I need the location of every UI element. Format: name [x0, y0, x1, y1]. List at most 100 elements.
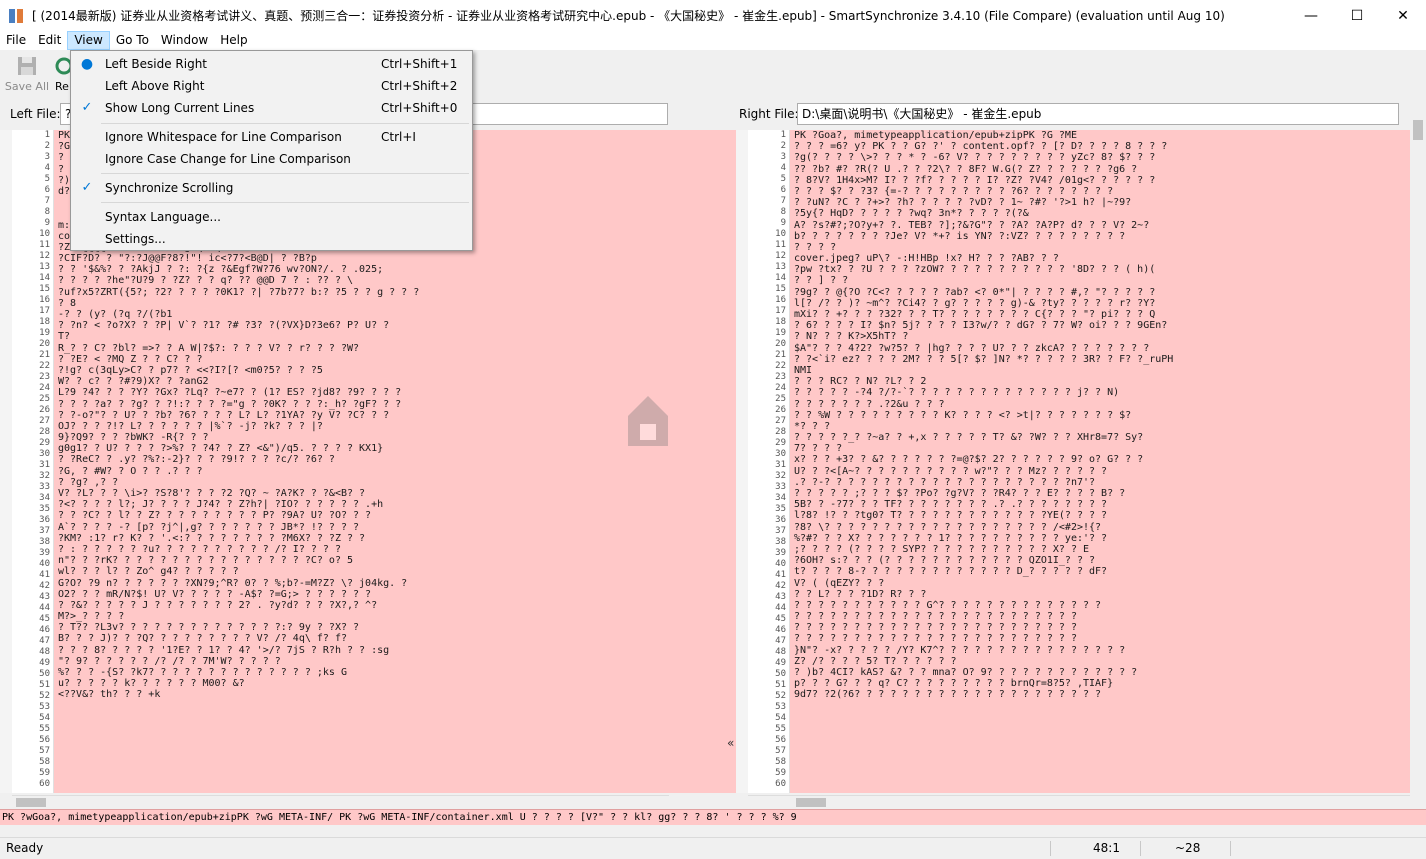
code-line[interactable]: ? T?? ?L3v? ? ? ? ? ? ? ? ? ? ? ? ? ?:? …	[54, 622, 669, 633]
right-pane[interactable]: 1 2 3 4 5 6 7 8 9 10 11 12 13 14 15 16 17 18 19 20 21 22 23 24 2…	[736, 130, 1410, 793]
code-line[interactable]: R_? ? C? ?bl? =>? ? A W|?$?: ? ? ? V? ? …	[54, 343, 669, 354]
code-line[interactable]: ? ?ReC? ? .y? ?%?:-2}? ? ? ?9!? ? ? ?c/?…	[54, 454, 669, 465]
code-line[interactable]: NMI	[790, 365, 1410, 376]
code-line[interactable]: ? ? ? ? ? -?4 ?/?-`? ? ? ? ? ? ? ? ? ? ?…	[790, 387, 1410, 398]
copy-left-icon[interactable]: «	[727, 736, 734, 750]
save-all-button[interactable]: Save All	[4, 52, 50, 96]
menu-item-synchronize-scrolling[interactable]: ✓ Synchronize Scrolling	[71, 177, 472, 199]
code-line[interactable]: ? ? ? ?a? ? ?g? ? ?!:? ? ? ?="g ? ?0K? ?…	[54, 399, 669, 410]
code-line[interactable]: 7? ? ? ?	[790, 443, 1410, 454]
code-line[interactable]: W? ? c? ? ?#?9)X? ? ?anG2	[54, 376, 669, 387]
code-line[interactable]: ? ? '$&%? ? ?AkjJ ? ?: ?{z ?&Egf?W?76 wv…	[54, 264, 669, 275]
code-line[interactable]: ? ? ? ? ? ? ? ? ? ? ? ? ? ? ? ? ? ? ? ? …	[790, 622, 1410, 633]
vertical-scroll-thumb[interactable]	[1413, 120, 1423, 140]
code-line[interactable]: ?6OH? s:? ? ? (? ? ? ? ? ? ? ? ? ? ? ? Q…	[790, 555, 1410, 566]
code-line[interactable]: ? ?&? ? ? ? ? J ? ? ? ? ? ? ? 2? . ?y?d?…	[54, 600, 669, 611]
code-line[interactable]: L?9 ?4? ? ? ?Y? ?Gx? ?Lq? ?~e7? ? (1? ES…	[54, 387, 669, 398]
code-line[interactable]: <??V&? th? ? ? +k	[54, 689, 669, 700]
code-line[interactable]: x? ? ? +3? ? &? ? ? ? ? ? ?=@?$? 2? ? ? …	[790, 454, 1410, 465]
right-file-input[interactable]: D:\桌面\说明书\《大国秘史》 - 崔金生.epub	[797, 103, 1399, 125]
code-line[interactable]: ? ? ? 8? ? ? ? ? '1?E? ? 1? ? 4? '>/? 7j…	[54, 645, 669, 656]
code-line[interactable]: ? ? ? ? ? ? ? ? ? ? ? G^? ? ? ? ? ? ? ? …	[790, 600, 1410, 611]
code-line[interactable]: ?KM? :1? r? K? ? '.<:? ? ? ? ? ? ? ? ?M6…	[54, 533, 669, 544]
code-line[interactable]: ? ?g? ,? ?	[54, 477, 669, 488]
code-line[interactable]: ? ? ? ?	[790, 242, 1410, 253]
code-line[interactable]: ;? ? ? ? (? ? ? ? SYP? ? ? ? ? ? ? ? ? ?…	[790, 544, 1410, 555]
code-line[interactable]: t? ? ? ? 8-? ? ? ? ? ? ? ? ? ? ? ? ? D_?…	[790, 566, 1410, 577]
right-content[interactable]: PK ?Goa?, mimetypeapplication/epub+zipPK…	[790, 130, 1410, 793]
code-line[interactable]: T?	[54, 331, 669, 342]
code-line[interactable]: ? )b? 4CI? kAS? &? ? ? mna? O? 9? ? ? ? …	[790, 667, 1410, 678]
code-line[interactable]: ? ? ] ? ?	[790, 275, 1410, 286]
code-line[interactable]: ? ?E? < ?MQ Z ? ? C? ? ?	[54, 354, 669, 365]
code-line[interactable]: ? ? %W ? ? ? ? ? ? ? ? ? K? ? ? ? <? >t|…	[790, 410, 1410, 421]
code-line[interactable]: A`? ? ? ? -? [p? ?j^|,g? ? ? ? ? ? ? JB*…	[54, 522, 669, 533]
code-line[interactable]: 9d7? ?2(?6? ? ? ? ? ? ? ? ? ? ? ? ? ? ? …	[790, 689, 1410, 700]
right-scroll-thumb[interactable]	[796, 798, 826, 807]
code-line[interactable]: ? ? ?C? ? l? ? Z? ? ? ? ? ? ? ? ? P? ?9A…	[54, 510, 669, 521]
code-line[interactable]: ?pw ?tx? ? ?U ? ? ? ?zOW? ? ? ? ? ? ? ? …	[790, 264, 1410, 275]
code-line[interactable]: ? ? ? ? ? ? ? .?2&u ? ? ?	[790, 399, 1410, 410]
code-line[interactable]: ?? ?b? #? ?R(? U .? ? ?2\? ? 8F? W.G(? Z…	[790, 164, 1410, 175]
maximize-button[interactable]: ☐	[1334, 0, 1380, 31]
left-scroll-thumb[interactable]	[16, 798, 46, 807]
menu-item-left-above-right[interactable]: Left Above Right Ctrl+Shift+2	[71, 75, 472, 97]
code-line[interactable]: ?8? \? ? ? ? ? ? ? ? ? ? ? ? ? ? ? ? ? ?…	[790, 522, 1410, 533]
code-line[interactable]: ? ? ? ? ? ;? ? ? $? ?Po? ?g?V? ? ?R4? ? …	[790, 488, 1410, 499]
code-line[interactable]: O2? ? ? mR/N?$! U? V? ? ? ? ? -A$? ?=G;>…	[54, 589, 669, 600]
code-line[interactable]: U? ? ?<[A~? ? ? ? ? ? ? ? ? ? w?"? ? ? M…	[790, 466, 1410, 477]
menu-go-to[interactable]: Go To	[110, 31, 155, 50]
code-line[interactable]: }N"? -x? ? ? ? ? /Y? K7^? ? ? ? ? ? ? ? …	[790, 645, 1410, 656]
code-line[interactable]: ? 8	[54, 298, 669, 309]
menu-item-ignore-case-change[interactable]: Ignore Case Change for Line Comparison	[71, 148, 472, 170]
code-line[interactable]: *? ? ?	[790, 421, 1410, 432]
menu-window[interactable]: Window	[155, 31, 214, 50]
code-line[interactable]: p? ? ? G? ? ? q? C? ? ? ? ? ? ? ? ? brnQ…	[790, 678, 1410, 689]
menu-file[interactable]: File	[0, 31, 32, 50]
code-line[interactable]: .? ?-? ? ? ? ? ? ? ? ? ? ? ? ? ? ? ? ? ?…	[790, 477, 1410, 488]
code-line[interactable]: ? ? ? ? ? ? ? ? ? ? ? ? ? ? ? ? ? ? ? ? …	[790, 611, 1410, 622]
code-line[interactable]: ?<? ? ? ? l?; J? ? ? ? J?4? ? Z?h?| ?IO?…	[54, 499, 669, 510]
code-line[interactable]: ? N? ? ? K?>X5hT? ?	[790, 331, 1410, 342]
code-line[interactable]: g0g1? ? U? ? ? ? ?>%? ? ?4? ? Z? <&")/q5…	[54, 443, 669, 454]
code-line[interactable]: ? : ? ? ? ? ? ?u? ? ? ? ? ? ? ? ? ? /? I…	[54, 544, 669, 555]
code-line[interactable]: ?CIF?D? ? "?:?J@@F?8?!"! ic<?7?<B@D| ? ?…	[54, 253, 669, 264]
code-line[interactable]: V? ( (qEZY? ? ?	[790, 578, 1410, 589]
code-line[interactable]: ? ?uN? ?C ? ?+>? ?h? ? ? ? ? ?vD? ? 1~ ?…	[790, 197, 1410, 208]
code-line[interactable]: ?9g? ? @{?O ?C<? ? ? ? ? ?ab? <? 0*"| ? …	[790, 287, 1410, 298]
code-line[interactable]: "? 9? ? ? ? ? ? /? /? ? 7M'W? ? ? ? ?	[54, 656, 669, 667]
menu-item-settings[interactable]: Settings...	[71, 228, 472, 250]
code-line[interactable]: u? ? ? ? ? k? ? ? ? ? ? M00? &?	[54, 678, 669, 689]
vertical-scrollbar[interactable]	[1410, 100, 1426, 837]
code-line[interactable]: ? ? ? RC? ? N? ?L? ? 2	[790, 376, 1410, 387]
menu-view[interactable]: View	[67, 31, 110, 50]
menu-help[interactable]: Help	[214, 31, 253, 50]
code-line[interactable]: A? ?s?#?;?O?y+? ?. TEB? ?];?&?G"? ? ?A? …	[790, 220, 1410, 231]
code-line[interactable]: ? ? L? ? ? ?1D? R? ? ?	[790, 589, 1410, 600]
code-line[interactable]: cover.jpeg? uP\? -:H!HBp !x? H? ? ? ?AB?…	[790, 253, 1410, 264]
code-line[interactable]: l?8? !? ? ?tg0? T? ? ? ? ? ? ? ? ? ? ? ?…	[790, 510, 1410, 521]
code-line[interactable]: ?!g? c(3qLy>C? ? p7? ? <<?I?[? <m0?5? ? …	[54, 365, 669, 376]
code-line[interactable]: wl? ? ? l? ? Zo^ g4? ? ? ? ? ?	[54, 566, 669, 577]
right-horizontal-scrollbar[interactable]	[748, 795, 1410, 808]
menu-item-ignore-whitespace[interactable]: Ignore Whitespace for Line Comparison Ct…	[71, 126, 472, 148]
code-line[interactable]: ? ?n? < ?o?X? ? ?P| V`? ?1? ?# ?3? ?(?VX…	[54, 320, 669, 331]
code-line[interactable]: ? ?<`i? ez? ? ? ? 2M? ? ? 5[? $? ]N? *? …	[790, 354, 1410, 365]
code-line[interactable]: l[? /? ? )? ~m^? ?Ci4? ? g? ? ? ? ? g)-&…	[790, 298, 1410, 309]
code-line[interactable]: V? ?L? ? ? \i>? ?S?8'? ? ? ?2 ?Q? ~ ?A?K…	[54, 488, 669, 499]
code-line[interactable]: ? ? ? $? ? ?3? {=-? ? ? ? ? ? ? ? ? ?6? …	[790, 186, 1410, 197]
code-line[interactable]: ?G, ? #W? ? O ? ? .? ? ?	[54, 466, 669, 477]
code-line[interactable]: ?g(? ? ? ? \>? ? ? * ? -6? V? ? ? ? ? ? …	[790, 152, 1410, 163]
code-line[interactable]: ? ? ? ? ?_? ?~a? ? +,x ? ? ? ? ? T? &? ?…	[790, 432, 1410, 443]
menu-edit[interactable]: Edit	[32, 31, 67, 50]
code-line[interactable]: -? ? (y? (?q ?/(?b1	[54, 309, 669, 320]
code-line[interactable]: %? ? ? -{S? ?k7? ? ? ? ? ? ? ? ? ? ? ? ?…	[54, 667, 669, 678]
code-line[interactable]: n"? ? ?rK? ? ? ? ? ? ? ? ? ? ? ? ? ? ? ?…	[54, 555, 669, 566]
code-line[interactable]: PK ?Goa?, mimetypeapplication/epub+zipPK…	[790, 130, 1410, 141]
code-line[interactable]: OJ? ? ? ?!? L? ? ? ? ? ? |%`? -j? ?k? ? …	[54, 421, 669, 432]
menu-item-left-beside-right[interactable]: ● Left Beside Right Ctrl+Shift+1	[71, 53, 472, 75]
code-line[interactable]: B? ? ? J)? ? ?Q? ? ? ? ? ? ? ? ? V? /? 4…	[54, 633, 669, 644]
code-line[interactable]: G?O? ?9 n? ? ? ? ? ? ?XN?9;^R? 0? ? %;b?…	[54, 578, 669, 589]
reload-button[interactable]: Re	[52, 52, 72, 96]
code-line[interactable]: mXi? ? +? ? ? ?32? ? ? T? ? ? ? ? ? ? ? …	[790, 309, 1410, 320]
